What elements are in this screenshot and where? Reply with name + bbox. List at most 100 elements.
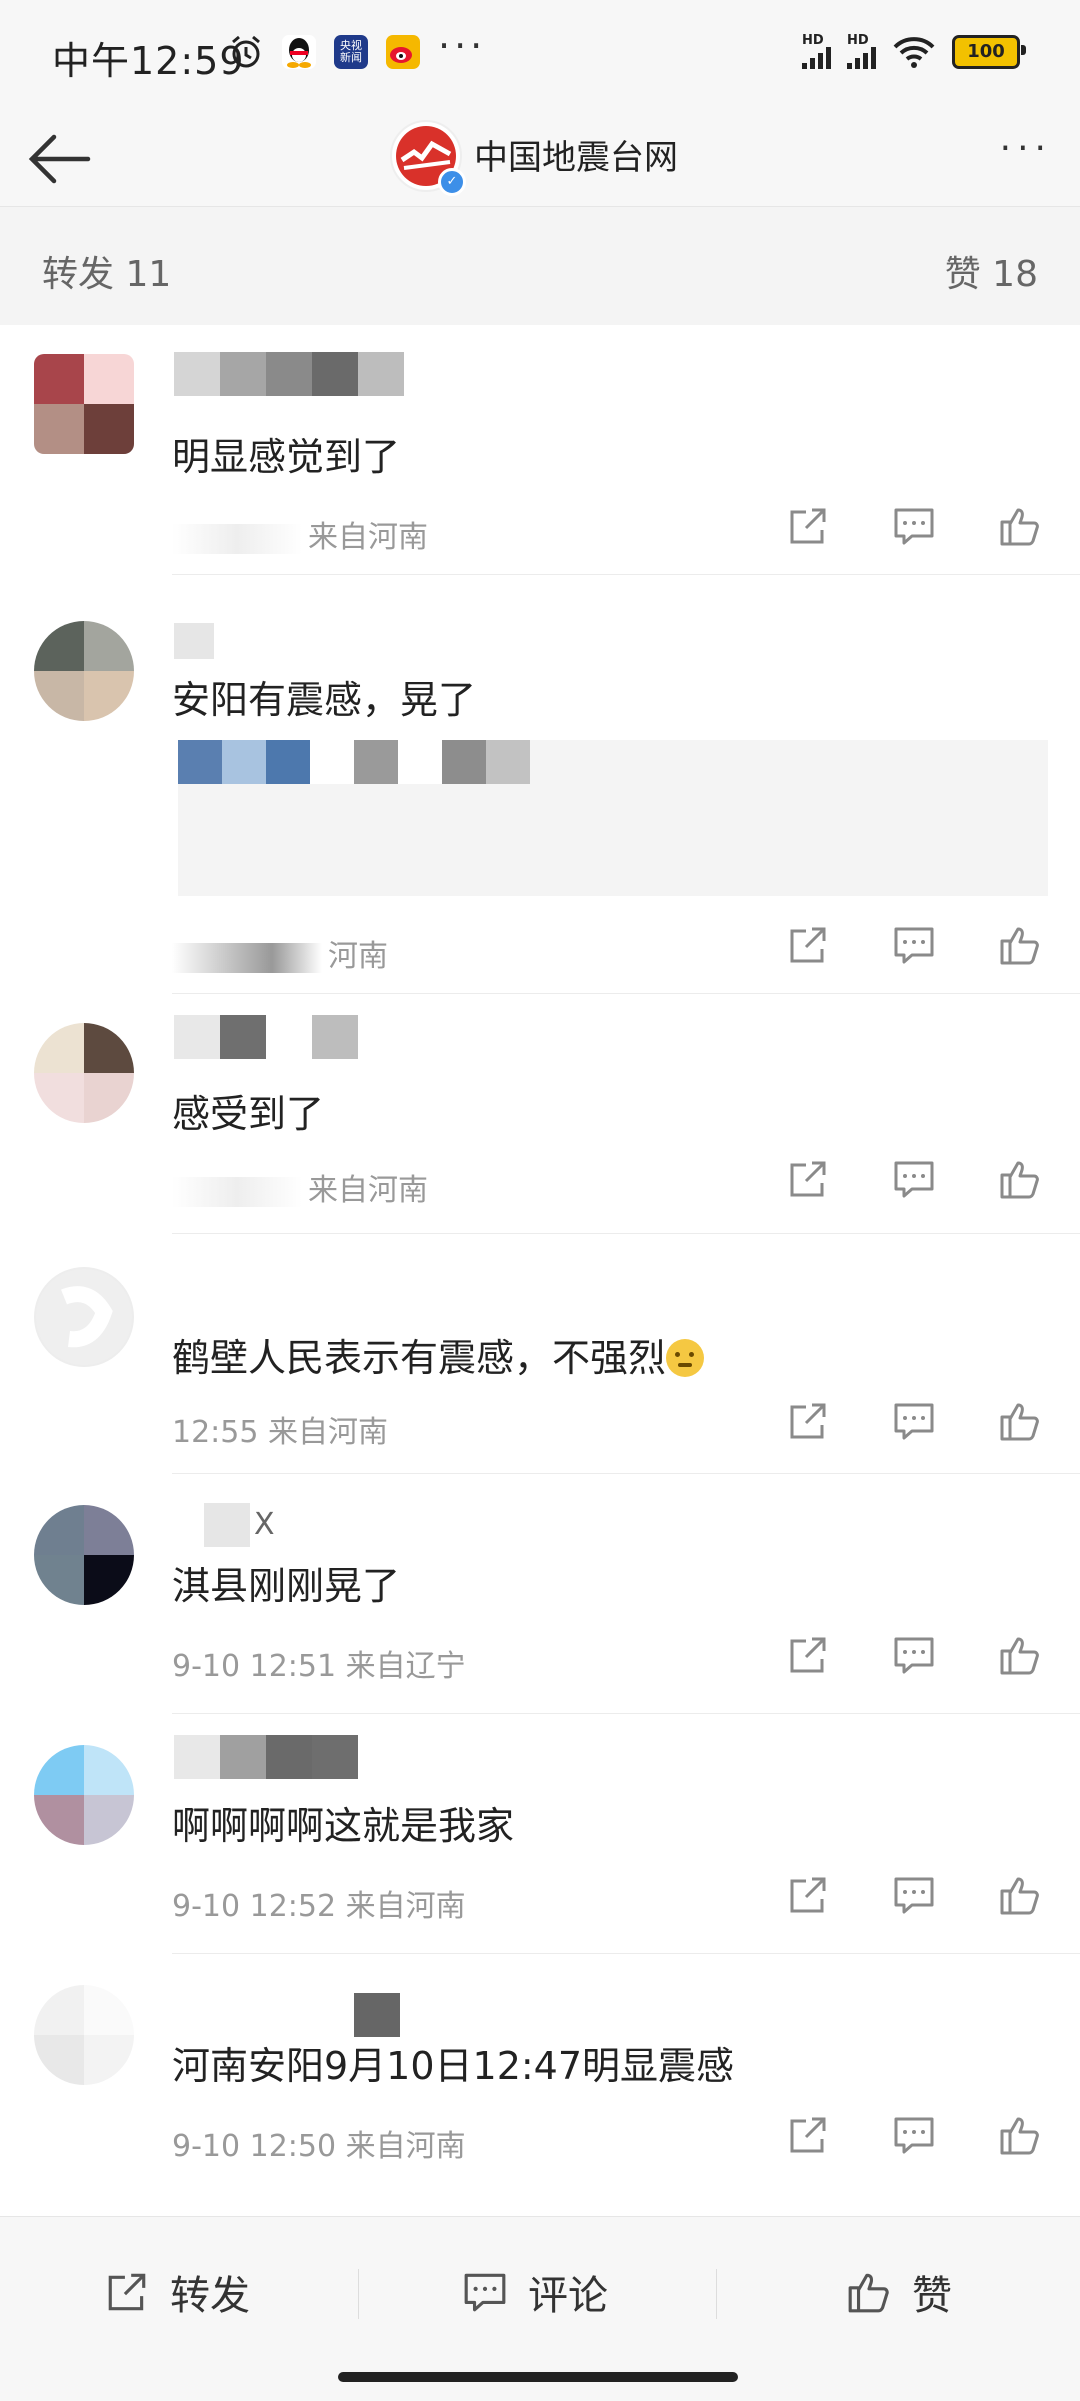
comment-item: 感受到了 来自河南 xyxy=(0,995,1080,1235)
comment-actions xyxy=(786,1633,1042,1677)
repost-icon[interactable] xyxy=(786,1873,830,1917)
comment-meta: 9-10 12:50 来自河南 xyxy=(172,2129,466,2164)
comment-meta: 来自河南 xyxy=(172,512,428,556)
repost-label: 转发 xyxy=(170,2273,250,2319)
comment-meta: 来自河南 xyxy=(172,1165,428,1209)
like-icon[interactable] xyxy=(998,1633,1042,1677)
repost-icon xyxy=(108,2273,146,2311)
comment-text: 安阳有震感，晃了 xyxy=(172,678,477,722)
comment-icon[interactable] xyxy=(892,923,936,967)
divider xyxy=(172,993,1080,994)
divider xyxy=(716,2269,717,2319)
comment-actions xyxy=(786,1873,1042,1917)
weibo-icon xyxy=(386,35,420,69)
verified-badge-icon: ✓ xyxy=(438,168,466,196)
signal-icon: HD xyxy=(802,34,831,69)
notification-icons: 央视 新闻 xyxy=(228,34,420,70)
commenter-name-redacted[interactable] xyxy=(174,1993,400,2037)
commenter-avatar[interactable] xyxy=(34,1267,134,1367)
like-icon xyxy=(848,2273,889,2313)
commenter-avatar[interactable] xyxy=(34,1505,134,1605)
comment-meta: 9-10 12:51 来自辽宁 xyxy=(172,1649,466,1684)
interaction-counts-bar: 转发 11 赞 18 xyxy=(0,207,1080,325)
like-icon[interactable] xyxy=(998,1873,1042,1917)
shush-emoji-icon xyxy=(666,1339,705,1377)
divider xyxy=(172,1713,1080,1714)
status-bar: 中午12:59 央视 新闻 ··· HD HD 100 xyxy=(0,0,1080,110)
like-icon[interactable] xyxy=(998,923,1042,967)
system-icons: HD HD 100 xyxy=(802,34,1026,69)
top-nav-bar: ✓ 中国地震台网 ··· xyxy=(0,110,1080,207)
wifi-icon xyxy=(893,36,935,68)
comment-item: 安阳有震感，晃了 河南 xyxy=(0,575,1080,995)
commenter-avatar[interactable] xyxy=(34,354,134,454)
comment-button[interactable]: 评论 xyxy=(462,2263,608,2321)
quoted-content-redacted xyxy=(178,740,1048,896)
comment-icon[interactable] xyxy=(892,1873,936,1917)
repost-icon[interactable] xyxy=(786,1399,830,1443)
repost-icon[interactable] xyxy=(786,1633,830,1677)
comment-meta: 12:55 来自河南 xyxy=(172,1415,388,1450)
repost-icon[interactable] xyxy=(786,1157,830,1201)
repost-count-tab[interactable]: 转发 11 xyxy=(42,245,171,297)
repost-icon[interactable] xyxy=(786,2113,830,2157)
comment-actions xyxy=(786,1157,1042,1201)
comment-icon[interactable] xyxy=(892,2113,936,2157)
comment-actions xyxy=(786,504,1042,548)
like-button[interactable]: 赞 xyxy=(846,2263,952,2321)
comment-item: 啊啊啊啊这就是我家 9-10 12:52 来自河南 xyxy=(0,1715,1080,1955)
commenter-name-redacted[interactable] xyxy=(174,1015,358,1059)
comment-meta: 9-10 12:52 来自河南 xyxy=(172,1889,466,1924)
divider xyxy=(172,1953,1080,1954)
comment-label: 评论 xyxy=(528,2273,608,2319)
divider xyxy=(358,2269,359,2319)
comment-item: X 淇县刚刚晃了 9-10 12:51 来自辽宁 xyxy=(0,1475,1080,1715)
commenter-avatar[interactable] xyxy=(34,1023,134,1123)
commenter-avatar[interactable] xyxy=(34,621,134,721)
repost-icon[interactable] xyxy=(786,923,830,967)
home-indicator[interactable] xyxy=(338,2372,738,2382)
like-label: 赞 xyxy=(912,2273,952,2319)
comment-text: 鹤壁人民表示有震感，不强烈 xyxy=(172,1327,705,1382)
like-count-tab[interactable]: 赞 18 xyxy=(945,245,1038,297)
comment-actions xyxy=(786,1399,1042,1443)
divider xyxy=(172,1233,1080,1234)
comment-icon[interactable] xyxy=(892,504,936,548)
commenter-name-redacted[interactable] xyxy=(174,1735,358,1779)
comment-icon[interactable] xyxy=(892,1399,936,1443)
comment-meta: 河南 xyxy=(172,931,388,975)
repost-button[interactable]: 转发 xyxy=(104,2263,250,2321)
status-time: 中午12:59 xyxy=(52,39,245,83)
comment-actions xyxy=(786,2113,1042,2157)
comment-icon[interactable] xyxy=(892,1633,936,1677)
commenter-name-redacted[interactable] xyxy=(174,352,404,396)
commenter-name-redacted[interactable] xyxy=(174,623,214,659)
commenter-avatar[interactable] xyxy=(34,1985,134,2085)
more-options-button[interactable]: ··· xyxy=(1000,128,1052,169)
like-icon[interactable] xyxy=(998,504,1042,548)
comment-item: 明显感觉到了 来自河南 xyxy=(0,330,1080,575)
comment-actions xyxy=(786,923,1042,967)
back-arrow-icon[interactable] xyxy=(24,124,94,194)
comment-item: 河南安阳9月10日12:47明显震感 9-10 12:50 来自河南 xyxy=(0,1955,1080,2195)
commenter-name-redacted[interactable]: X xyxy=(174,1503,275,1547)
comment-text: 明显感觉到了 xyxy=(172,435,401,479)
like-icon[interactable] xyxy=(998,1157,1042,1201)
signal-icon-2: HD xyxy=(847,34,876,69)
battery-icon: 100 xyxy=(952,34,1026,69)
comment-text: 河南安阳9月10日12:47明显震感 xyxy=(172,2044,735,2088)
qq-icon xyxy=(282,35,316,69)
cctv-news-icon: 央视 新闻 xyxy=(334,35,368,69)
commenter-avatar[interactable] xyxy=(34,1745,134,1845)
like-icon[interactable] xyxy=(998,2113,1042,2157)
comment-item: 鹤壁人民表示有震感，不强烈 12:55 来自河南 xyxy=(0,1235,1080,1475)
divider xyxy=(172,1473,1080,1474)
like-icon[interactable] xyxy=(998,1399,1042,1443)
alarm-icon xyxy=(232,35,260,68)
comment-text: 啊啊啊啊这就是我家 xyxy=(172,1804,515,1848)
comment-text: 感受到了 xyxy=(172,1092,325,1136)
repost-icon[interactable] xyxy=(786,504,830,548)
comment-icon xyxy=(464,2273,506,2312)
page-title[interactable]: 中国地震台网 xyxy=(474,130,678,179)
comment-icon[interactable] xyxy=(892,1157,936,1201)
